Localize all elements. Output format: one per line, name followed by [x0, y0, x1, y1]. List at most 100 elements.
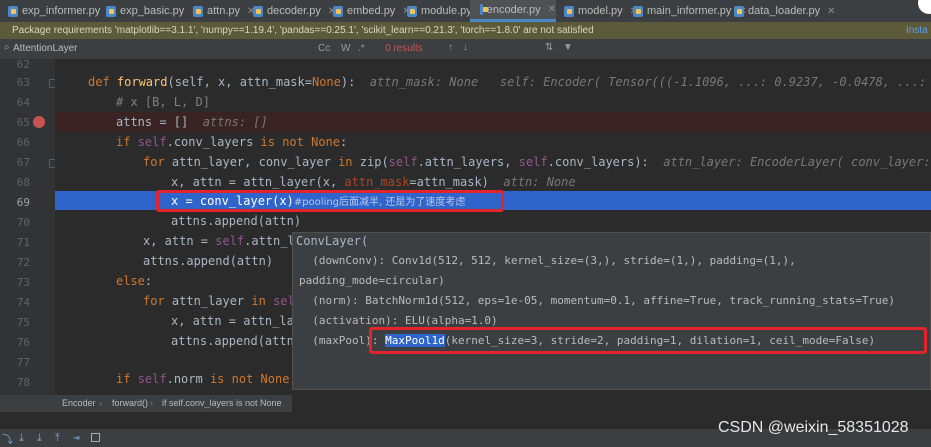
tab-exp-basic[interactable]: exp_basic.py✕ — [106, 0, 200, 22]
tab-exp-informer[interactable]: exp_informer.py✕ — [8, 0, 116, 22]
regex-toggle[interactable]: .* — [358, 43, 365, 54]
tab-label: embed.py — [347, 5, 396, 17]
code-line-66: if self.conv_layers is not None: — [116, 135, 348, 149]
tab-model[interactable]: model.py✕ — [564, 0, 638, 22]
line-number: 71 — [16, 236, 30, 249]
code-line-76: attns.append(attn) — [171, 334, 302, 348]
filter-icon[interactable]: ▼ — [563, 42, 573, 53]
step-out-icon[interactable]: ⤒ — [55, 431, 60, 445]
line-number: 78 — [16, 376, 30, 389]
prev-match-icon[interactable]: ↑ — [448, 42, 453, 53]
tab-label: module.py — [421, 5, 472, 17]
line-number: 75 — [16, 316, 30, 329]
line-number: 69 — [16, 196, 30, 209]
tab-label: exp_basic.py — [120, 5, 185, 17]
line-number: 72 — [16, 256, 30, 269]
code-line-63: def forward(self, x, attn_mask=None): at… — [88, 72, 931, 92]
line-number: 64 — [16, 96, 30, 109]
breadcrumb-item[interactable]: forward() — [112, 395, 148, 412]
breadcrumb: Encoder › forward() › if self.conv_layer… — [0, 395, 292, 412]
python-file-icon — [333, 5, 343, 17]
tab-data-loader[interactable]: data_loader.py ✕ — [734, 0, 836, 22]
inline-debug-hint: attn: None — [503, 175, 576, 189]
popup-downconv-cont: padding_mode=circular) — [299, 274, 445, 287]
code-line-75: x, attn = attn_lay — [171, 314, 302, 328]
tab-label: data_loader.py — [748, 5, 821, 17]
step-over-icon[interactable]: ⤵ — [2, 431, 13, 447]
tab-label: exp_informer.py — [22, 5, 101, 17]
line-number: 73 — [16, 276, 30, 289]
run-to-cursor-icon[interactable]: ⇥ — [73, 431, 80, 444]
editor-tab-bar: exp_informer.py✕ exp_basic.py✕ attn.py✕ … — [0, 0, 931, 23]
close-icon[interactable]: ✕ — [827, 6, 835, 17]
tab-label: model.py — [578, 5, 623, 17]
python-file-icon — [8, 5, 18, 17]
popup-downconv: (downConv): Conv1d(512, 512, kernel_size… — [299, 254, 796, 267]
popup-norm: (norm): BatchNorm1d(512, eps=1e-05, mome… — [299, 294, 896, 307]
breakpoint-icon[interactable] — [33, 116, 45, 128]
python-file-icon — [564, 5, 574, 17]
avatar[interactable] — [918, 0, 931, 14]
code-line-67: for attn_layer, conv_layer in zip(self.a… — [143, 152, 931, 172]
line-number: 74 — [16, 296, 30, 309]
install-link[interactable]: Insta — [906, 22, 928, 39]
tab-embed[interactable]: embed.py✕ — [333, 0, 411, 22]
code-line-71: x, attn = self.attn_la — [143, 234, 302, 248]
breadcrumb-separator-icon: › — [99, 398, 102, 408]
breadcrumb-separator-icon: › — [150, 398, 153, 408]
line-number: 65 — [16, 116, 30, 129]
close-icon[interactable]: ✕ — [548, 4, 556, 15]
search-icon: ⌕ — [4, 42, 10, 53]
line-number: 67 — [16, 156, 30, 169]
inline-debug-hint: attn_layer: EncoderLayer( conv_layer: Co… — [663, 155, 931, 169]
code-line-64: # x [B, L, D] — [116, 95, 210, 109]
line-number: 63 — [16, 76, 30, 89]
annotation-highlight-box — [156, 190, 504, 212]
results-count: 0 results — [385, 43, 423, 54]
line-number: 77 — [16, 356, 30, 369]
python-file-icon — [734, 5, 744, 17]
code-line-70: attns.append(attn) — [171, 214, 302, 228]
line-number: 68 — [16, 176, 30, 189]
python-file-icon — [106, 5, 116, 17]
evaluate-icon[interactable] — [91, 433, 100, 442]
inline-debug-hint: attns: [] — [202, 115, 268, 129]
inline-debug-hint: attn_mask: None self: Encoder( Tensor(((… — [369, 75, 927, 89]
python-file-icon — [193, 5, 203, 17]
multi-select-icon[interactable]: ⇅ — [545, 42, 553, 53]
tab-main-informer[interactable]: main_informer.py✕ — [633, 0, 747, 22]
breadcrumb-item[interactable]: if self.conv_layers is not None — [162, 395, 282, 412]
python-file-icon — [407, 5, 417, 17]
watermark: CSDN @weixin_58351028 — [718, 419, 909, 436]
search-input[interactable]: AttentionLayer — [13, 43, 78, 54]
find-bar: ⌕ AttentionLayer Cc W .* 0 results ↑ ↓ ⇅… — [0, 39, 931, 60]
code-line-72: attns.append(attn) — [143, 254, 274, 268]
code-line-78: if self.norm is not None: — [116, 372, 297, 386]
step-into-icon[interactable]: ⤓ — [19, 431, 24, 445]
tab-label: main_informer.py — [647, 5, 732, 17]
popup-title: ConvLayer( — [296, 234, 369, 248]
line-number: 76 — [16, 336, 30, 349]
tab-label: decoder.py — [267, 5, 321, 17]
code-line-73: else: — [116, 274, 153, 288]
variable-inspector-popup[interactable]: ConvLayer( (downConv): Conv1d(512, 512, … — [292, 232, 931, 390]
tab-attn[interactable]: attn.py ✕ — [193, 0, 255, 22]
breadcrumb-item[interactable]: Encoder — [62, 395, 96, 412]
python-file-icon — [253, 5, 263, 17]
package-requirements-banner: Package requirements 'matplotlib==3.1.1'… — [0, 22, 931, 39]
tab-decoder[interactable]: decoder.py✕ — [253, 0, 336, 22]
line-number: 70 — [16, 216, 30, 229]
step-into-my-code-icon[interactable]: ⤓ — [37, 431, 42, 445]
line-number: 66 — [16, 136, 30, 149]
code-line-68: x, attn = attn_layer(x, attn_mask=attn_m… — [171, 175, 576, 189]
tab-label: encoder.py — [486, 3, 541, 16]
next-match-icon[interactable]: ↓ — [463, 42, 468, 53]
code-line-74: for attn_layer in self — [143, 294, 302, 308]
warning-text: Package requirements 'matplotlib==3.1.1'… — [12, 25, 594, 36]
tab-encoder[interactable]: encoder.py ✕ — [470, 0, 556, 22]
match-case-toggle[interactable]: Cc — [318, 43, 330, 54]
words-toggle[interactable]: W — [341, 43, 350, 54]
annotation-highlight-box — [369, 327, 927, 354]
line-gutter: 62 63 64 65 66 67 68 69 70 71 72 73 74 7… — [0, 58, 71, 407]
python-file-icon — [633, 5, 643, 17]
